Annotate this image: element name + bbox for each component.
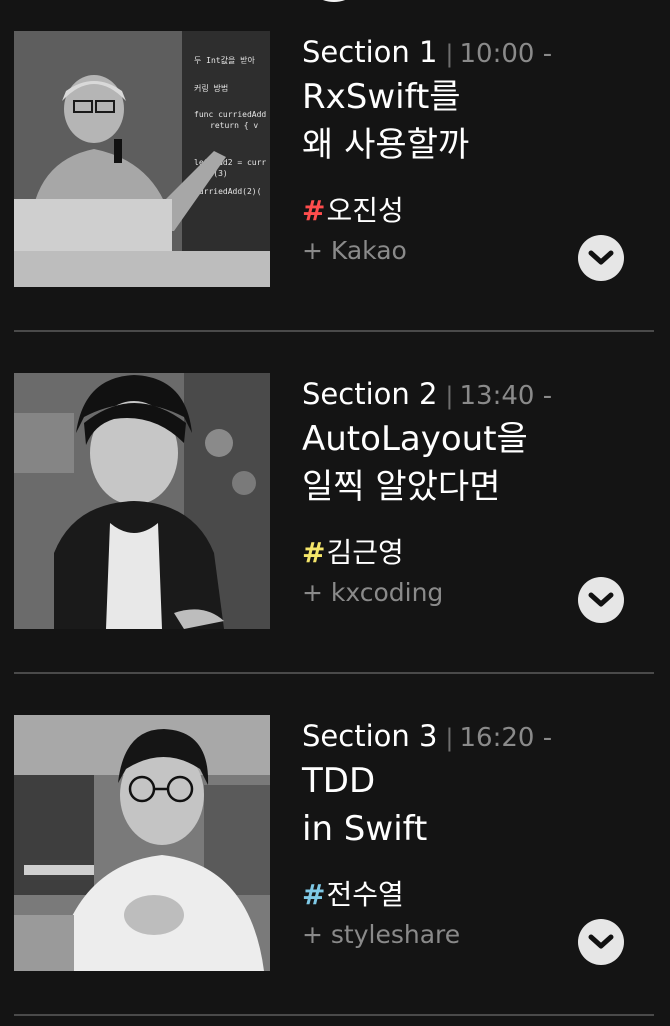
- session-title-line2: in Swift: [302, 809, 428, 849]
- section-time: 10:00 -: [459, 39, 553, 69]
- hashtag-icon: #: [302, 878, 326, 911]
- chevron-down-icon: [588, 592, 614, 607]
- section-header: Section 3 | 16:20 -: [302, 715, 642, 757]
- speaker-photo-2: [14, 373, 270, 629]
- session-title-line1: TDD: [302, 761, 376, 801]
- svg-text:func curriedAdd: func curriedAdd: [194, 110, 266, 119]
- session-title-line1: AutoLayout을: [302, 419, 528, 459]
- divider: [14, 1014, 654, 1016]
- chevron-down-icon: [588, 250, 614, 265]
- session-item-3: Section 3 | 16:20 - TDD in Swift #전수열 + st…: [0, 684, 670, 1026]
- speaker-photo-1: 두 Int값을 받아 커링 방법 func curriedAdd return …: [14, 31, 270, 287]
- speaker-name-text: 오진성: [326, 194, 404, 227]
- session-item-1: 두 Int값을 받아 커링 방법 func curriedAdd return …: [0, 0, 670, 342]
- hashtag-icon: #: [302, 536, 326, 569]
- section-label: Section 3: [302, 719, 438, 753]
- session-item-2: Section 2 | 13:40 - AutoLayout을 일찍 알았다면 #김…: [0, 342, 670, 684]
- section-time: 16:20 -: [459, 723, 553, 753]
- speaker-name: #김근영: [302, 533, 642, 573]
- session-title-line2: 일찍 알았다면: [302, 467, 501, 507]
- expand-button[interactable]: [578, 919, 624, 965]
- section-label: Section 2: [302, 377, 438, 411]
- divider: [14, 672, 654, 674]
- expand-button[interactable]: [578, 235, 624, 281]
- speaker-name-text: 김근영: [326, 536, 404, 569]
- svg-text:curriedAdd(2)(: curriedAdd(2)(: [194, 187, 261, 196]
- chevron-down-icon: [588, 934, 614, 949]
- divider: [14, 330, 654, 332]
- section-separator: |: [445, 382, 454, 410]
- speaker-name-text: 전수열: [326, 878, 404, 911]
- svg-text:두 Int값을 받아: 두 Int값을 받아: [194, 55, 256, 65]
- section-header: Section 2 | 13:40 -: [302, 373, 642, 415]
- section-time: 13:40 -: [459, 381, 553, 411]
- svg-text:커링 방법: 커링 방법: [194, 83, 228, 93]
- speaker-name: #오진성: [302, 191, 642, 231]
- expand-button[interactable]: [578, 577, 624, 623]
- hashtag-icon: #: [302, 194, 326, 227]
- svg-text:return { v: return { v: [210, 121, 258, 130]
- section-separator: |: [445, 40, 454, 68]
- session-title-line1: RxSwift를: [302, 77, 461, 117]
- section-header: Section 1 | 10:00 -: [302, 31, 642, 73]
- section-label: Section 1: [302, 35, 438, 69]
- session-title-line2: 왜 사용할까: [302, 125, 470, 165]
- section-separator: |: [445, 724, 454, 752]
- speaker-photo-3: [14, 715, 270, 971]
- speaker-name: #전수열: [302, 875, 642, 915]
